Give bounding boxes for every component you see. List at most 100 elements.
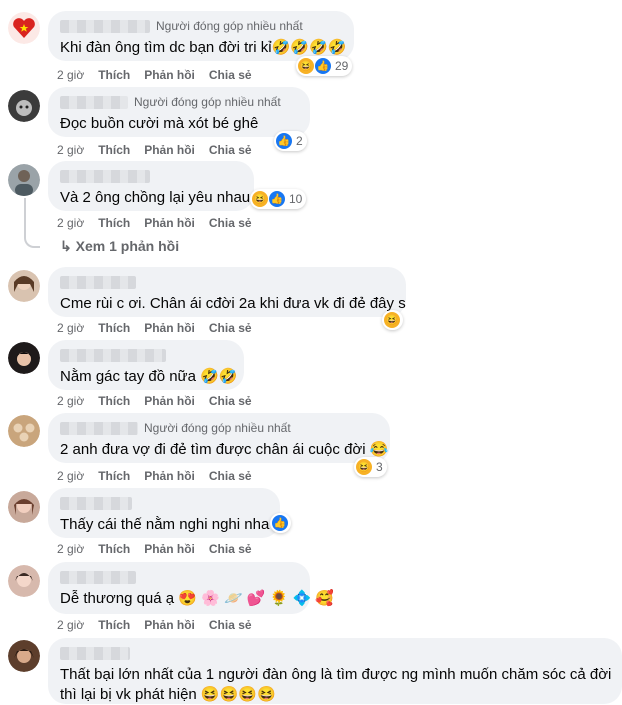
timestamp[interactable]: 2 giờ	[57, 618, 84, 632]
heart-flag-avatar	[8, 12, 40, 44]
comment-text: Khi đàn ông tìm dc bạn đời tri kỉ🤣🤣🤣🤣	[60, 39, 347, 56]
share-button[interactable]: Chia sẻ	[209, 68, 252, 82]
person-avatar	[8, 164, 40, 196]
reply-button[interactable]: Phản hồi	[144, 469, 195, 483]
commenter-name-blurred[interactable]	[60, 421, 138, 435]
like-button[interactable]: Thích	[98, 394, 130, 408]
comment-text: Và 2 ông chồng lại yêu nhau	[60, 189, 251, 206]
person-avatar	[8, 342, 40, 374]
reaction-count: 3	[376, 460, 383, 474]
reply-button[interactable]: Phản hồi	[144, 216, 195, 230]
commenter-name-blurred[interactable]	[60, 275, 136, 289]
avatar[interactable]	[8, 640, 40, 672]
comment-actions: 2 giờ Thích Phản hồi Chia sẻ	[57, 541, 266, 557]
avatar[interactable]	[8, 270, 40, 302]
reply-arrow-icon: ↳	[60, 238, 76, 254]
comment-bubble: Người đóng góp nhiều nhất Đọc buồn cười …	[48, 87, 310, 137]
comment-text: Nằm gác tay đồ nữa 🤣🤣	[60, 368, 238, 385]
top-fan-badge: Người đóng góp nhiều nhất	[144, 421, 291, 435]
timestamp[interactable]: 2 giờ	[57, 542, 84, 556]
top-fan-badge: Người đóng góp nhiều nhất	[134, 95, 281, 109]
like-icon: 👍	[276, 133, 292, 149]
group-avatar	[8, 415, 40, 447]
commenter-name-blurred[interactable]	[60, 19, 150, 33]
person-avatar	[8, 491, 40, 523]
share-button[interactable]: Chia sẻ	[209, 618, 252, 632]
timestamp[interactable]: 2 giờ	[57, 321, 84, 335]
timestamp[interactable]: 2 giờ	[57, 68, 84, 82]
reply-button[interactable]: Phản hồi	[144, 321, 195, 335]
comment-bubble: Người đóng góp nhiều nhất Khi đàn ông tì…	[48, 11, 354, 61]
haha-icon: 😆	[356, 459, 372, 475]
reaction-summary[interactable]: 😆 👍 10	[250, 189, 307, 209]
avatar[interactable]	[8, 415, 40, 447]
avatar[interactable]	[8, 12, 40, 44]
comment-text-line-2: thì lại bị vk phát hiện 😆😆😆😆	[60, 686, 276, 703]
comment-bubble: Người đóng góp nhiều nhất 2 anh đưa vợ đ…	[48, 413, 390, 463]
like-button[interactable]: Thích	[98, 542, 130, 556]
reaction-count: 10	[289, 192, 303, 206]
comment-bubble: Dễ thương quá ạ 😍 🌸 🪐 💕 🌻 💠 🥰	[48, 562, 335, 614]
share-button[interactable]: Chia sẻ	[209, 469, 252, 483]
reaction-summary[interactable]: 😆	[382, 310, 403, 330]
timestamp[interactable]: 2 giờ	[57, 216, 84, 230]
comment-bubble: Thấy cái thế nằm nghi nghi nha	[48, 488, 280, 538]
reply-button[interactable]: Phản hồi	[144, 542, 195, 556]
reply-button[interactable]: Phản hồi	[144, 618, 195, 632]
comment-actions: 2 giờ Thích Phản hồi Chia sẻ	[57, 393, 266, 409]
timestamp[interactable]: 2 giờ	[57, 469, 84, 483]
share-button[interactable]: Chia sẻ	[209, 321, 252, 335]
reply-button[interactable]: Phản hồi	[144, 143, 195, 157]
comment-actions: 2 giờ Thích Phản hồi Chia sẻ	[57, 215, 266, 231]
comment-text: Dễ thương quá ạ 😍 🌸 🪐 💕 🌻 💠 🥰	[60, 590, 335, 607]
commenter-name-blurred[interactable]	[60, 348, 166, 362]
see-replies-link[interactable]: ↳ Xem 1 phản hồi	[60, 238, 179, 255]
avatar[interactable]	[8, 565, 40, 597]
commenter-name-blurred[interactable]	[60, 169, 150, 183]
person-avatar	[8, 565, 40, 597]
comment-actions: 2 giờ Thích Phản hồi Chia sẻ	[57, 468, 266, 484]
share-button[interactable]: Chia sẻ	[209, 542, 252, 556]
share-button[interactable]: Chia sẻ	[209, 216, 252, 230]
commenter-name-blurred[interactable]	[60, 95, 128, 109]
share-button[interactable]: Chia sẻ	[209, 143, 252, 157]
like-button[interactable]: Thích	[98, 469, 130, 483]
comment-bubble: Cme rùi c ơi. Chân ái cđời 2a khi đưa vk…	[48, 267, 406, 317]
like-button[interactable]: Thích	[98, 68, 130, 82]
share-button[interactable]: Chia sẻ	[209, 394, 252, 408]
commenter-name-blurred[interactable]	[60, 570, 136, 584]
timestamp[interactable]: 2 giờ	[57, 394, 84, 408]
person-avatar	[8, 270, 40, 302]
avatar[interactable]	[8, 491, 40, 523]
reaction-summary[interactable]: 😆 3	[354, 457, 387, 477]
avatar[interactable]	[8, 90, 40, 122]
avatar[interactable]	[8, 342, 40, 374]
like-button[interactable]: Thích	[98, 618, 130, 632]
haha-icon: 😆	[252, 191, 268, 207]
like-button[interactable]: Thích	[98, 216, 130, 230]
reaction-count: 29	[335, 59, 349, 73]
reaction-summary[interactable]: 😆 👍 29	[296, 56, 353, 76]
avatar[interactable]	[8, 164, 40, 196]
reply-button[interactable]: Phản hồi	[144, 68, 195, 82]
reply-button[interactable]: Phản hồi	[144, 394, 195, 408]
comment-text: 2 anh đưa vợ đi đẻ tìm được chân ái cuộc…	[60, 441, 389, 458]
like-button[interactable]: Thích	[98, 321, 130, 335]
reaction-count: 2	[296, 134, 303, 148]
timestamp[interactable]: 2 giờ	[57, 143, 84, 157]
like-button[interactable]: Thích	[98, 143, 130, 157]
person-avatar	[8, 640, 40, 672]
like-icon: 👍	[315, 58, 331, 74]
commenter-name-blurred[interactable]	[60, 646, 130, 660]
reaction-summary[interactable]: 👍	[270, 513, 291, 533]
reaction-summary[interactable]: 👍 2	[274, 131, 307, 151]
commenter-name-blurred[interactable]	[60, 496, 132, 510]
top-fan-badge: Người đóng góp nhiều nhất	[156, 19, 303, 33]
comment-actions: 2 giờ Thích Phản hồi Chia sẻ	[57, 617, 266, 633]
comment-text-line-1: Thất bại lớn nhất của 1 người đàn ông là…	[60, 666, 612, 683]
cat-avatar	[8, 90, 40, 122]
like-icon: 👍	[269, 191, 285, 207]
comment-text: Đọc buồn cười mà xót bé ghê	[60, 115, 259, 132]
comment-actions: 2 giờ Thích Phản hồi Chia sẻ	[57, 67, 266, 83]
haha-icon: 😆	[384, 312, 400, 328]
